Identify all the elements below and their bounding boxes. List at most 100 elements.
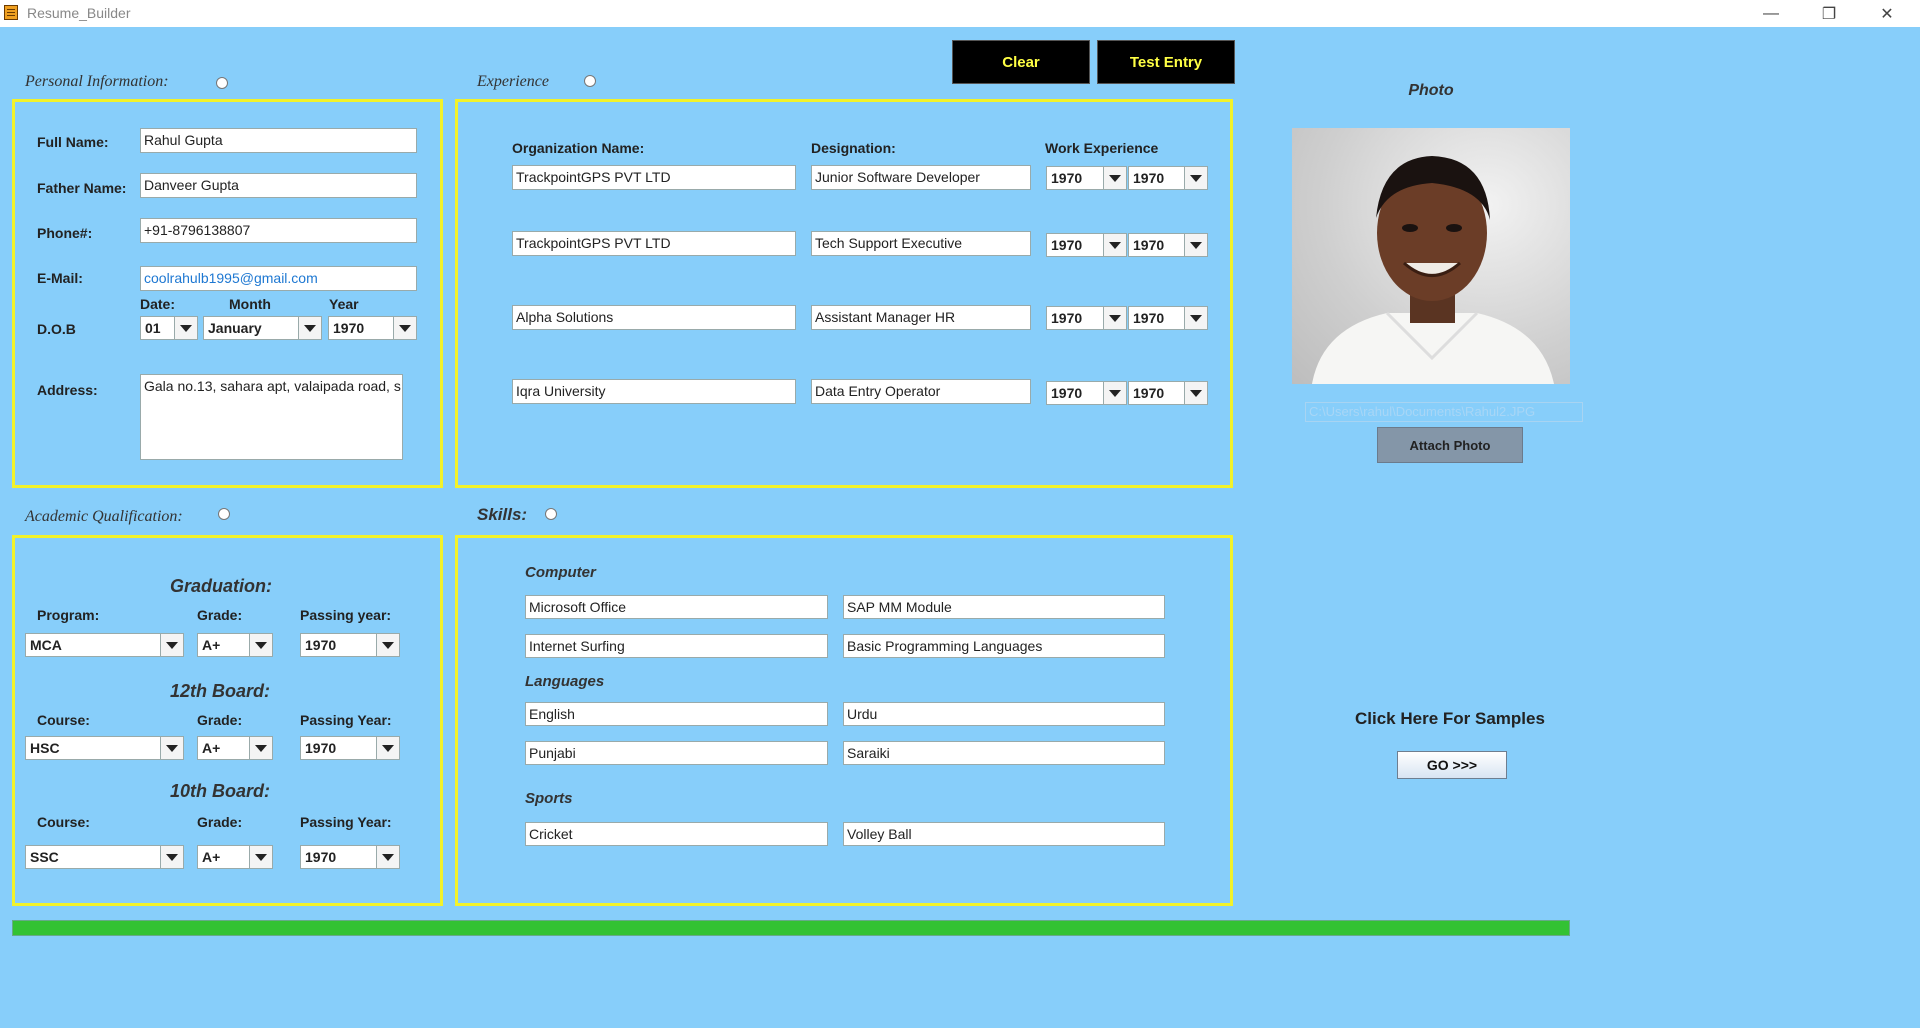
tenth-course-select[interactable]: SSC <box>25 845 184 869</box>
grade-label: Grade: <box>197 607 243 623</box>
passing-year-label: Passing year: <box>300 607 392 623</box>
twelfth-course-select[interactable]: HSC <box>25 736 184 760</box>
experience-from-value: 1970 <box>1051 237 1083 253</box>
chevron-down-icon <box>376 846 399 868</box>
graduation-grade-select[interactable]: A+ <box>197 633 273 657</box>
passing-year-label: Passing Year: <box>300 712 392 728</box>
father-name-label: Father Name: <box>37 180 127 196</box>
experience-from-value: 1970 <box>1051 310 1083 326</box>
dob-month-value: January <box>208 320 262 336</box>
experience-from-select[interactable]: 1970 <box>1046 166 1127 190</box>
grade-label: Grade: <box>197 814 243 830</box>
full-name-label: Full Name: <box>37 134 109 150</box>
tenth-year-select[interactable]: 1970 <box>300 845 400 869</box>
dob-date-value: 01 <box>145 320 161 336</box>
experience-to-value: 1970 <box>1133 385 1165 401</box>
dob-year-select[interactable]: 1970 <box>328 316 417 340</box>
computer-skill-input[interactable]: SAP MM Module <box>843 595 1165 619</box>
skills-radio[interactable] <box>545 508 557 520</box>
experience-to-select[interactable]: 1970 <box>1128 233 1208 257</box>
tenth-course-value: SSC <box>30 849 59 865</box>
course-label: Course: <box>37 814 90 830</box>
experience-to-value: 1970 <box>1133 237 1165 253</box>
experience-org-input[interactable]: Iqra University <box>512 379 796 404</box>
sports-heading: Sports <box>525 790 573 807</box>
program-value: MCA <box>30 637 62 653</box>
organization-header: Organization Name: <box>512 140 645 156</box>
experience-to-select[interactable]: 1970 <box>1128 166 1208 190</box>
computer-skill-input[interactable]: Internet Surfing <box>525 634 828 658</box>
academic-title: Academic Qualification: <box>25 508 183 525</box>
twelfth-course-value: HSC <box>30 740 60 756</box>
chevron-down-icon <box>1103 234 1126 256</box>
program-select[interactable]: MCA <box>25 633 184 657</box>
chevron-down-icon <box>376 737 399 759</box>
chevron-down-icon <box>1103 167 1126 189</box>
dob-month-select[interactable]: January <box>203 316 322 340</box>
experience-from-value: 1970 <box>1051 170 1083 186</box>
twelfth-grade-select[interactable]: A+ <box>197 736 273 760</box>
computer-skill-input[interactable]: Basic Programming Languages <box>843 634 1165 658</box>
sport-input[interactable]: Volley Ball <box>843 822 1165 846</box>
samples-label: Click Here For Samples <box>1355 709 1545 728</box>
maximize-button[interactable]: ❐ <box>1806 0 1852 27</box>
go-samples-button[interactable]: GO >>> <box>1397 751 1507 779</box>
chevron-down-icon <box>1184 234 1207 256</box>
dob-year-label: Year <box>329 296 359 312</box>
language-input[interactable]: Urdu <box>843 702 1165 726</box>
tenth-grade-select[interactable]: A+ <box>197 845 273 869</box>
twelfth-grade-value: A+ <box>202 740 221 756</box>
graduation-year-value: 1970 <box>305 637 337 653</box>
experience-from-select[interactable]: 1970 <box>1046 233 1127 257</box>
designation-header: Designation: <box>811 140 896 156</box>
photo-title: Photo <box>1408 82 1454 99</box>
experience-designation-input[interactable]: Junior Software Developer <box>811 165 1031 190</box>
experience-to-value: 1970 <box>1133 170 1165 186</box>
experience-org-input[interactable]: Alpha Solutions <box>512 305 796 330</box>
language-input[interactable]: English <box>525 702 828 726</box>
experience-org-input[interactable]: TrackpointGPS PVT LTD <box>512 231 796 256</box>
experience-org-input[interactable]: TrackpointGPS PVT LTD <box>512 165 796 190</box>
window-title: Resume_Builder <box>27 5 131 21</box>
experience-designation-input[interactable]: Data Entry Operator <box>811 379 1031 404</box>
passing-year-label: Passing Year: <box>300 814 392 830</box>
address-textarea[interactable]: Gala no.13, sahara apt, valaipada road, … <box>140 374 403 460</box>
chevron-down-icon <box>174 317 197 339</box>
sport-input[interactable]: Cricket <box>525 822 828 846</box>
clear-button[interactable]: Clear <box>952 40 1090 84</box>
dob-date-select[interactable]: 01 <box>140 316 198 340</box>
language-input[interactable]: Saraiki <box>843 741 1165 765</box>
chevron-down-icon <box>249 737 272 759</box>
personal-info-radio[interactable] <box>216 77 228 89</box>
academic-radio[interactable] <box>218 508 230 520</box>
experience-radio[interactable] <box>584 75 596 87</box>
chevron-down-icon <box>249 634 272 656</box>
tenth-year-value: 1970 <box>305 849 337 865</box>
experience-from-select[interactable]: 1970 <box>1046 306 1127 330</box>
skills-title: Skills: <box>477 505 528 524</box>
chevron-down-icon <box>1184 307 1207 329</box>
test-entry-button[interactable]: Test Entry <box>1097 40 1235 84</box>
chevron-down-icon <box>298 317 321 339</box>
dob-year-value: 1970 <box>333 320 365 336</box>
graduation-year-select[interactable]: 1970 <box>300 633 400 657</box>
attach-photo-button[interactable]: Attach Photo <box>1377 427 1523 463</box>
experience-designation-input[interactable]: Tech Support Executive <box>811 231 1031 256</box>
language-input[interactable]: Punjabi <box>525 741 828 765</box>
full-name-input[interactable]: Rahul Gupta <box>140 128 417 153</box>
minimize-button[interactable]: — <box>1748 0 1794 27</box>
computer-skill-input[interactable]: Microsoft Office <box>525 595 828 619</box>
program-label: Program: <box>37 607 100 623</box>
grade-label: Grade: <box>197 712 243 728</box>
experience-from-select[interactable]: 1970 <box>1046 381 1127 405</box>
close-button[interactable]: ✕ <box>1864 0 1910 27</box>
email-input[interactable]: coolrahulb1995@gmail.com <box>140 266 417 291</box>
chevron-down-icon <box>249 846 272 868</box>
experience-designation-input[interactable]: Assistant Manager HR <box>811 305 1031 330</box>
experience-to-select[interactable]: 1970 <box>1128 381 1208 405</box>
languages-heading: Languages <box>525 673 605 690</box>
phone-input[interactable]: +91-8796138807 <box>140 218 417 243</box>
father-name-input[interactable]: Danveer Gupta <box>140 173 417 198</box>
experience-to-select[interactable]: 1970 <box>1128 306 1208 330</box>
twelfth-year-select[interactable]: 1970 <box>300 736 400 760</box>
